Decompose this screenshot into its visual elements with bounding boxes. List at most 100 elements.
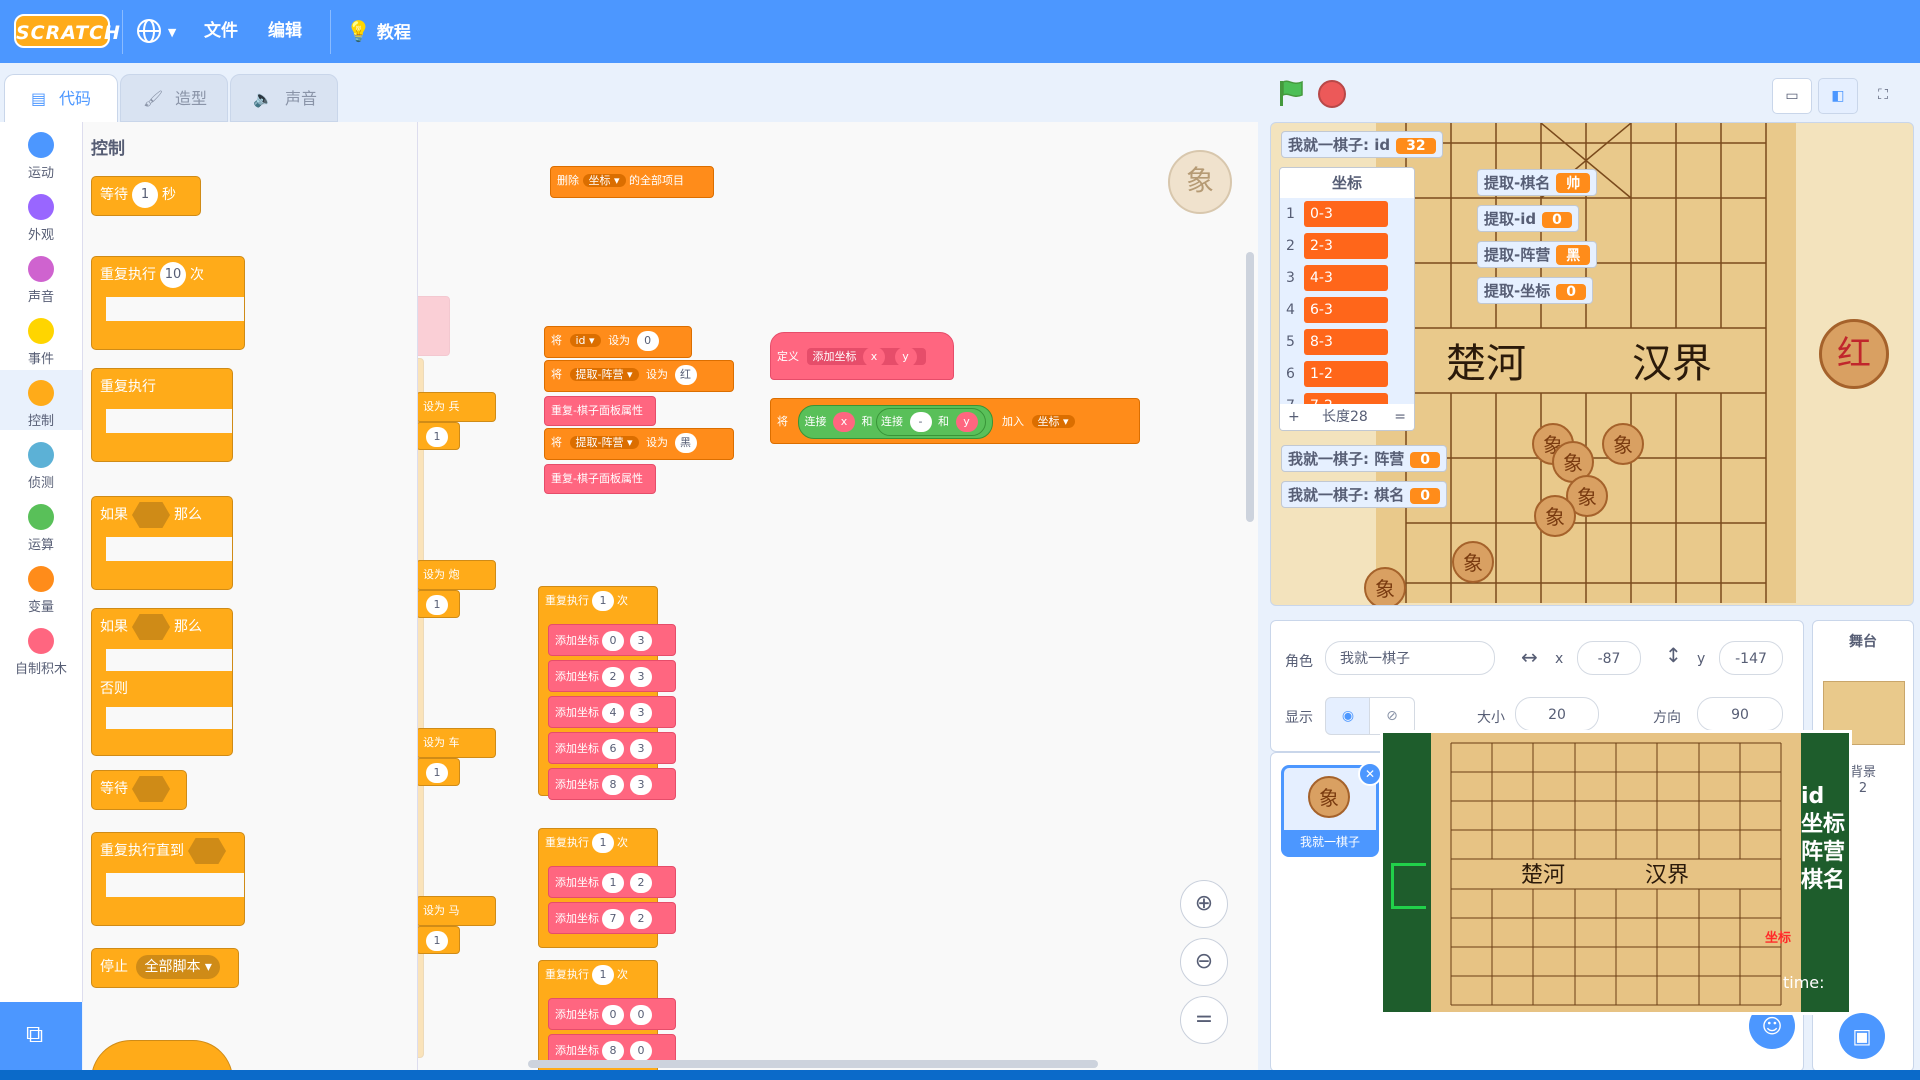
block-input[interactable]: 6: [602, 739, 624, 759]
chess-piece[interactable]: 象: [1364, 567, 1406, 605]
block-input[interactable]: 1: [426, 595, 448, 615]
add-backdrop-button[interactable]: ▣: [1839, 1013, 1885, 1059]
repeat-block[interactable]: 重复执行 10 次: [91, 256, 245, 350]
add-coordinate-call-block[interactable]: 添加坐标 8 3: [548, 768, 676, 800]
chess-piece[interactable]: 象: [1602, 423, 1644, 465]
edit-menu[interactable]: 编辑: [268, 0, 302, 63]
list-item[interactable]: 6 1-2: [1280, 358, 1414, 390]
zoom-in-button[interactable]: ⊕: [1180, 880, 1228, 928]
block-input[interactable]: 0: [636, 331, 659, 351]
list-item[interactable]: 2 2-3: [1280, 230, 1414, 262]
list-dropdown[interactable]: 坐标 ▾: [582, 174, 626, 187]
size-input[interactable]: 20: [1515, 697, 1599, 731]
block-input[interactable]: 3: [630, 739, 652, 759]
monitor-extract-coord[interactable]: 提取-坐标 0: [1477, 277, 1593, 304]
category-sensing[interactable]: 侦测: [0, 432, 82, 492]
block-input[interactable]: 1: [426, 427, 448, 447]
tab-code[interactable]: ▤ 代码: [4, 74, 118, 122]
inner-join-reporter[interactable]: 连接 - 和 y: [876, 408, 986, 436]
monitor-camp[interactable]: 我就一棋子: 阵营 0: [1281, 445, 1447, 472]
hat-block[interactable]: [91, 1040, 233, 1070]
list-value[interactable]: 4-3: [1304, 265, 1388, 291]
list-value[interactable]: 1-2: [1304, 361, 1388, 387]
list-value[interactable]: 2-3: [1304, 233, 1388, 259]
block-input[interactable]: 3: [630, 775, 652, 795]
block-input[interactable]: 10: [160, 262, 186, 288]
block-input[interactable]: 红: [674, 365, 697, 385]
number-block[interactable]: 1: [418, 758, 460, 786]
wait-seconds-block[interactable]: 等待 1 秒: [91, 176, 201, 216]
block-input[interactable]: 2: [630, 909, 652, 929]
category-motion[interactable]: 运动: [0, 122, 82, 182]
list-item[interactable]: 4 6-3: [1280, 294, 1414, 326]
list-monitor-coordinates[interactable]: 坐标 10-322-334-346-358-361-277-2 + 长度28 =: [1279, 167, 1415, 431]
block-input[interactable]: 0: [602, 631, 624, 651]
add-coordinate-call-block[interactable]: 添加坐标 7 2: [548, 902, 676, 934]
category-sound[interactable]: 声音: [0, 246, 82, 306]
stop-button[interactable]: [1318, 80, 1346, 108]
list-resize-handle[interactable]: =: [1394, 404, 1406, 430]
category-looks[interactable]: 外观: [0, 184, 82, 244]
add-coordinate-call-block[interactable]: 添加坐标 0 0: [548, 998, 676, 1030]
stop-block[interactable]: 停止 全部脚本 ▾: [91, 948, 239, 988]
join-reporter[interactable]: 连接 x 和 连接 - 和 y: [797, 405, 993, 439]
block-input[interactable]: 1: [132, 182, 158, 208]
y-input[interactable]: -147: [1719, 641, 1783, 675]
add-coordinate-call-block[interactable]: 添加坐标 0 3: [548, 624, 676, 656]
param-x[interactable]: x: [863, 347, 885, 367]
define-add-coordinate-block[interactable]: 定义 添加坐标 x y: [770, 332, 954, 380]
list-item[interactable]: 1 0-3: [1280, 198, 1414, 230]
code-workspace[interactable]: 定义 重复-棋子面板属性 设为 兵 1 设为 炮 1 设为 车 1 设为 马 1…: [418, 122, 1258, 1070]
delete-sprite-button[interactable]: ✕: [1358, 762, 1382, 786]
reset-board-call-block[interactable]: 重复-棋子面板属性: [544, 396, 656, 426]
block-input[interactable]: 1: [426, 931, 448, 951]
condition-slot[interactable]: [132, 776, 170, 802]
red-camp-badge[interactable]: 红: [1819, 319, 1889, 389]
add-extension-button[interactable]: ⧉: [0, 1002, 82, 1070]
list-add-button[interactable]: +: [1288, 404, 1300, 430]
reset-board-call-block[interactable]: 重复-棋子面板属性: [544, 464, 656, 494]
list-value[interactable]: 0-3: [1304, 201, 1388, 227]
block-input[interactable]: 3: [630, 631, 652, 651]
list-item[interactable]: 3 4-3: [1280, 262, 1414, 294]
block-input[interactable]: 7: [602, 909, 624, 929]
category-operators[interactable]: 运算: [0, 494, 82, 554]
scratch-logo[interactable]: SCRATCH: [14, 14, 120, 48]
param-y[interactable]: y: [955, 412, 978, 432]
block-input[interactable]: 8: [602, 775, 624, 795]
block-input[interactable]: 2: [602, 667, 624, 687]
tab-costumes[interactable]: 🖌 造型: [120, 74, 228, 122]
green-flag-button[interactable]: [1276, 78, 1306, 112]
list-value[interactable]: 6-3: [1304, 297, 1388, 323]
tutorial-menu[interactable]: 💡 教程: [346, 0, 411, 63]
set-to-block[interactable]: 设为 兵: [418, 392, 496, 422]
block-input[interactable]: 1: [592, 965, 614, 985]
x-input[interactable]: -87: [1577, 641, 1641, 675]
category-control[interactable]: 控制: [0, 370, 82, 430]
direction-input[interactable]: 90: [1697, 697, 1783, 731]
if-else-block[interactable]: 如果 那么 否则: [91, 608, 233, 756]
param-x[interactable]: x: [833, 412, 855, 432]
block-input[interactable]: 1: [592, 833, 614, 853]
zoom-reset-button[interactable]: =: [1180, 996, 1228, 1044]
set-id-block[interactable]: 将 id ▾ 设为 0: [544, 326, 692, 358]
monitor-id[interactable]: 我就一棋子: id 32: [1281, 131, 1443, 158]
set-to-block[interactable]: 设为 马: [418, 896, 496, 926]
monitor-name[interactable]: 我就一棋子: 棋名 0: [1281, 481, 1447, 508]
small-stage-button[interactable]: ▭: [1772, 78, 1812, 114]
monitor-extract-id[interactable]: 提取-id 0: [1477, 205, 1579, 232]
stage[interactable]: 楚河 汉界 象 象 象 象 象 象 象 红 我就一棋子: id 32 坐标 1 0-…: [1270, 122, 1914, 606]
block-input[interactable]: 3: [630, 703, 652, 723]
set-camp-block[interactable]: 将 提取-阵营 ▾ 设为 黑: [544, 428, 734, 460]
number-block[interactable]: 1: [418, 422, 460, 450]
tab-sounds[interactable]: 🔈 声音: [230, 74, 338, 122]
block-input[interactable]: 1: [602, 873, 624, 893]
block-input[interactable]: 0: [630, 1041, 652, 1061]
variable-dropdown[interactable]: id ▾: [569, 334, 601, 347]
language-menu[interactable]: ▼: [136, 0, 176, 63]
horizontal-scrollbar[interactable]: [528, 1060, 1098, 1068]
add-coordinate-call-block[interactable]: 添加坐标 4 3: [548, 696, 676, 728]
category-my-blocks[interactable]: 自制积木: [0, 618, 82, 678]
block-input[interactable]: 4: [602, 703, 624, 723]
if-then-block[interactable]: 如果 那么: [91, 496, 233, 590]
